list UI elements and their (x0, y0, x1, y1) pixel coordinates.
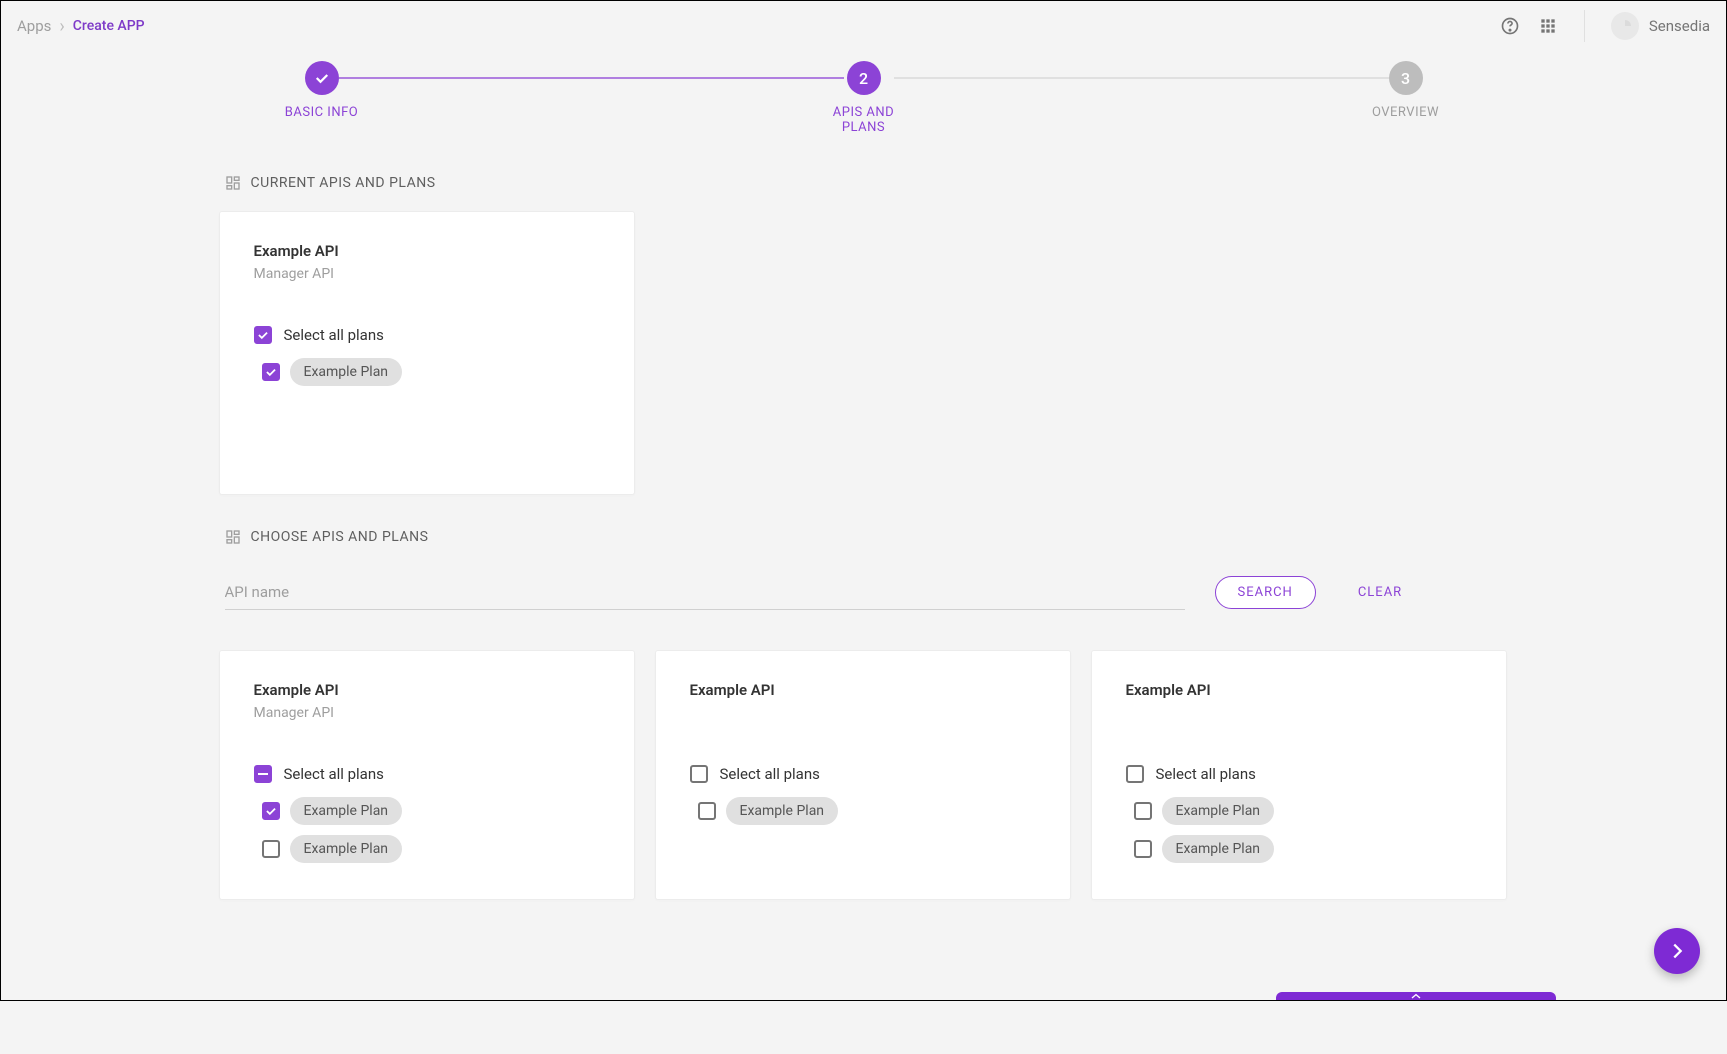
select-all-label: Select all plans (284, 765, 384, 783)
api-subtitle: Manager API (254, 705, 600, 721)
username: Sensedia (1649, 17, 1710, 35)
user-menu[interactable]: Sensedia (1611, 12, 1710, 40)
bottom-panel-handle[interactable] (1276, 992, 1556, 1000)
checkbox[interactable] (262, 802, 280, 820)
next-fab[interactable] (1654, 928, 1700, 974)
section-title: CHOOSE APIS AND PLANS (251, 529, 429, 545)
step-number: 3 (1389, 61, 1423, 95)
api-card-current: Example API Manager API Select all plans… (219, 211, 635, 495)
plan-row: Example Plan (262, 797, 600, 825)
plan-chip[interactable]: Example Plan (726, 797, 839, 825)
avatar (1611, 12, 1639, 40)
checkbox[interactable] (1134, 802, 1152, 820)
plan-chip[interactable]: Example Plan (1162, 797, 1275, 825)
plan-chip[interactable]: Example Plan (1162, 835, 1275, 863)
checkbox[interactable] (690, 765, 708, 783)
plan-chip[interactable]: Example Plan (290, 358, 403, 386)
select-all-label: Select all plans (284, 326, 384, 344)
step-label: OVERVIEW (1372, 105, 1439, 120)
checkbox[interactable] (1134, 840, 1152, 858)
select-all-row: Select all plans (254, 765, 600, 783)
select-all-row: Select all plans (254, 326, 600, 344)
plan-row: Example Plan (262, 835, 600, 863)
step-overview[interactable]: 3 OVERVIEW (1356, 61, 1456, 120)
check-icon (305, 61, 339, 95)
header-actions: Sensedia (1500, 10, 1710, 42)
choose-cards: Example APIManager APISelect all plansEx… (219, 650, 1509, 900)
spacer (1126, 705, 1472, 765)
divider (1584, 10, 1585, 42)
checkbox[interactable] (262, 840, 280, 858)
search-zone: SEARCH CLEAR (225, 575, 1509, 610)
select-all-label: Select all plans (1156, 765, 1256, 783)
step-line-done (339, 77, 844, 79)
api-subtitle: Manager API (254, 266, 600, 282)
step-line-pending (894, 77, 1389, 79)
spacer (690, 705, 1036, 765)
plan-chip[interactable]: Example Plan (290, 835, 403, 863)
dashboard-icon (225, 175, 241, 191)
section-choose-header: CHOOSE APIS AND PLANS (219, 529, 1509, 545)
breadcrumb: Apps › Create APP (17, 16, 145, 37)
api-title: Example API (254, 681, 600, 699)
api-card: Example API Select all plans Example Plan (655, 650, 1071, 900)
checkbox[interactable] (698, 802, 716, 820)
plan-chip[interactable]: Example Plan (290, 797, 403, 825)
step-apis-plans[interactable]: 2 APIS AND PLANS (814, 61, 914, 135)
select-all-label: Select all plans (720, 765, 820, 783)
section-current-header: CURRENT APIS AND PLANS (219, 175, 1509, 191)
api-card: Example API Manager API Select all plans Ex… (219, 650, 635, 900)
api-card: Example API Select all plans Example Plan E… (1091, 650, 1507, 900)
current-cards: Example API Manager API Select all plans… (219, 211, 1509, 495)
step-number: 2 (847, 61, 881, 95)
checkbox[interactable] (1126, 765, 1144, 783)
plan-row: Example Plan (1134, 835, 1472, 863)
api-title: Example API (254, 242, 600, 260)
plan-row: Example Plan (262, 358, 600, 386)
checkbox-plan[interactable] (262, 363, 280, 381)
section-title: CURRENT APIS AND PLANS (251, 175, 436, 191)
select-all-row: Select all plans (690, 765, 1036, 783)
chevron-right-icon: › (59, 16, 64, 37)
step-label: BASIC INFO (285, 105, 358, 120)
breadcrumb-root[interactable]: Apps (17, 17, 51, 35)
search-input-wrap (225, 575, 1185, 610)
select-all-row: Select all plans (1126, 765, 1472, 783)
plan-row: Example Plan (698, 797, 1036, 825)
help-icon[interactable] (1500, 16, 1520, 36)
plan-row: Example Plan (1134, 797, 1472, 825)
api-title: Example API (690, 681, 1036, 699)
stepper: BASIC INFO 2 APIS AND PLANS 3 OVERVIEW (254, 61, 1474, 135)
breadcrumb-current: Create APP (73, 18, 145, 34)
checkbox-select-all[interactable] (254, 326, 272, 344)
search-input[interactable] (225, 575, 1185, 610)
dashboard-icon (225, 529, 241, 545)
api-title: Example API (1126, 681, 1472, 699)
apps-grid-icon[interactable] (1538, 16, 1558, 36)
search-button[interactable]: SEARCH (1215, 576, 1316, 609)
checkbox[interactable] (254, 765, 272, 783)
content: CURRENT APIS AND PLANS Example API Manag… (219, 175, 1509, 1054)
clear-button[interactable]: CLEAR (1346, 577, 1414, 608)
step-label: APIS AND PLANS (814, 105, 914, 135)
header: Apps › Create APP Sensedia (1, 1, 1726, 51)
step-basic-info[interactable]: BASIC INFO (272, 61, 372, 120)
